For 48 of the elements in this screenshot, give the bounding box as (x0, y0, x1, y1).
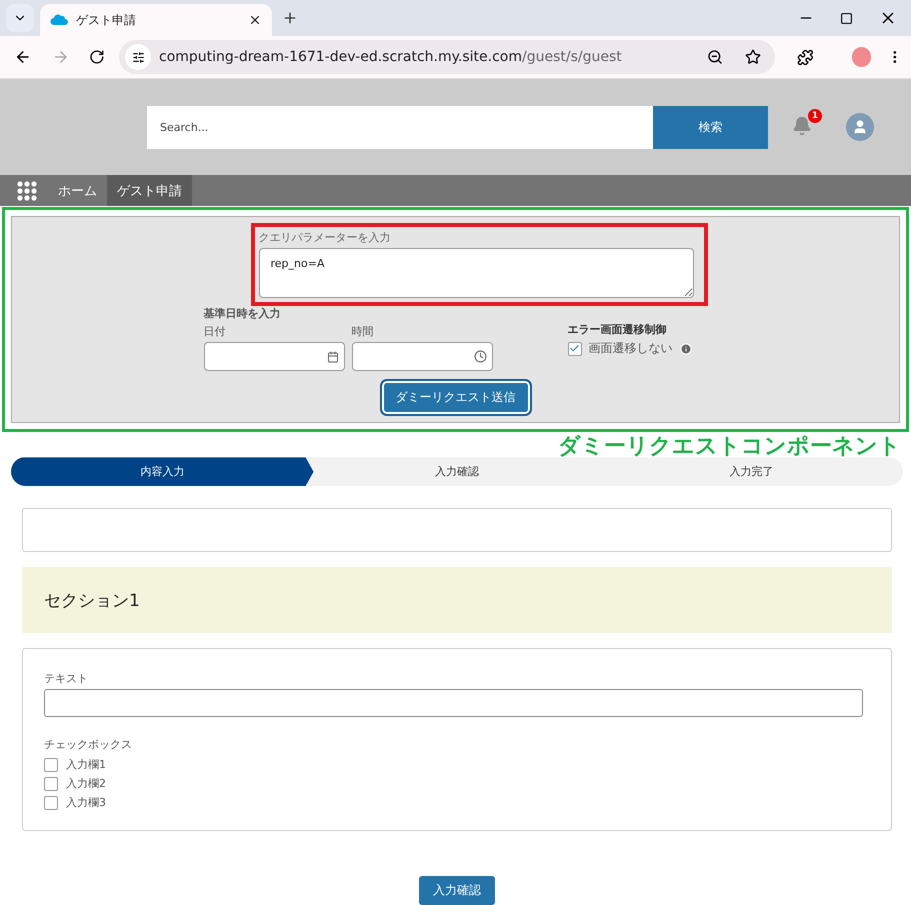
confirm-button[interactable]: 入力確認 (419, 876, 495, 905)
calendar-icon (326, 350, 338, 363)
clock-icon (474, 350, 486, 364)
tab-title: ゲスト申請 (76, 12, 137, 28)
checkbox-label: 入力欄2 (66, 776, 106, 791)
app-launcher-icon[interactable] (16, 180, 38, 202)
text-field[interactable] (44, 689, 863, 717)
bell-icon[interactable] (792, 116, 812, 136)
extensions-icon[interactable] (797, 48, 814, 66)
notification-badge: 1 (808, 109, 822, 124)
checkbox-label: 入力欄1 (66, 757, 106, 772)
checkbox-label: 入力欄3 (66, 795, 106, 810)
query-textarea[interactable]: rep_no=A (258, 248, 694, 298)
query-label: クエリパラメーターを入力 (258, 230, 392, 246)
plus-icon (282, 10, 298, 26)
time-field[interactable] (352, 342, 492, 372)
error-heading: エラー画面遷移制御 (568, 322, 668, 338)
checkbox-group-label: チェックボックス (44, 737, 133, 752)
progress-step[interactable]: 入力確認 (306, 457, 608, 486)
nav-tab[interactable]: ゲスト申請 (107, 174, 192, 206)
section-title: セクション1 (22, 567, 892, 633)
progress-step[interactable]: 内容入力 (11, 457, 314, 486)
close-icon[interactable] (248, 13, 262, 27)
time-label: 時間 (352, 324, 374, 340)
nav-tab[interactable]: ホーム (48, 174, 107, 206)
maximize-icon[interactable] (840, 12, 853, 24)
search-field[interactable]: Search... (147, 106, 653, 149)
checkbox[interactable] (568, 342, 582, 356)
submit-button[interactable]: ダミーリクエスト送信 (382, 381, 530, 414)
browser-tab[interactable]: ゲスト申請 (40, 4, 272, 36)
progress-step[interactable]: 入力完了 (600, 457, 904, 486)
info-icon[interactable] (680, 342, 692, 355)
reload-icon[interactable] (89, 49, 105, 66)
search-button[interactable]: 検索 (653, 106, 768, 149)
url-text: computing-dream-1671-dev-ed.scratch.my.site.com/guest/s/guest (159, 49, 623, 66)
star-icon[interactable] (745, 49, 761, 66)
cloud-icon (50, 14, 68, 26)
checkbox-label: 画面遷移しない (588, 340, 672, 358)
checkbox[interactable] (44, 796, 58, 810)
checkbox[interactable] (44, 758, 58, 772)
text-label: テキスト (44, 671, 89, 686)
address-bar[interactable]: computing-dream-1671-dev-ed.scratch.my.site.com/guest/s/guest (119, 40, 775, 74)
user-avatar[interactable] (846, 113, 874, 142)
date-field[interactable] (204, 342, 344, 372)
date-label: 日付 (204, 324, 226, 340)
zoom-icon[interactable] (707, 49, 723, 66)
datetime-heading: 基準日時を入力 (204, 306, 282, 322)
checkbox[interactable] (44, 776, 58, 790)
